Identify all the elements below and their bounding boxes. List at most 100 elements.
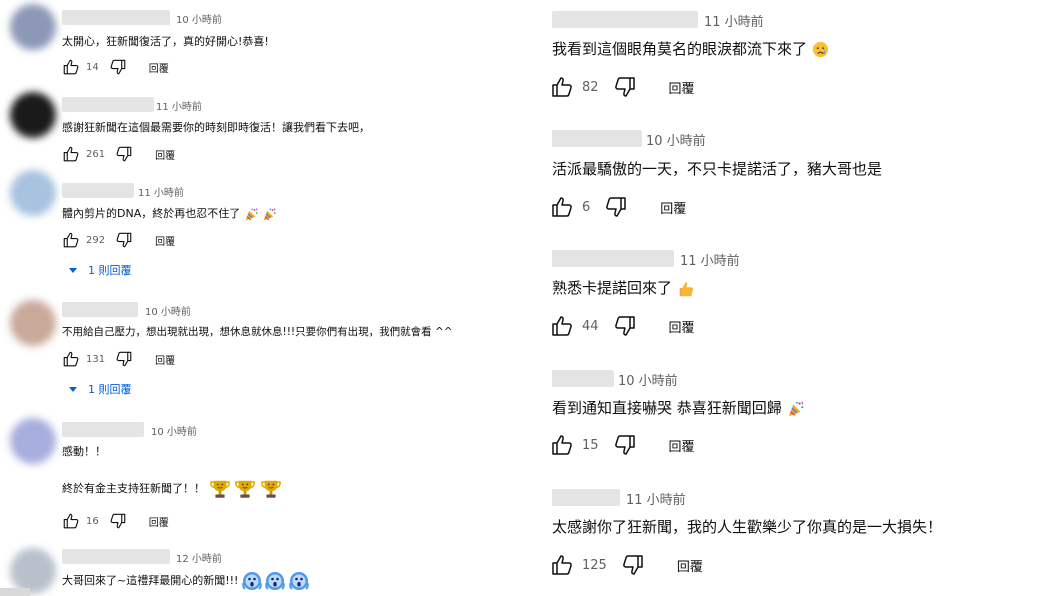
like-count: 292 [86, 234, 106, 246]
thumb-down-icon[interactable] [604, 195, 628, 219]
crying-face-emoji [812, 41, 829, 58]
comment-text: 我看到這個眼角莫名的眼淚都流下來了 [552, 38, 829, 59]
author-name-blurred[interactable] [552, 250, 674, 267]
thumb-down-icon[interactable] [109, 58, 127, 76]
reply-button[interactable]: 回覆 [149, 60, 169, 75]
comment-timestamp[interactable]: 11 小時前 [680, 250, 740, 269]
comment-actions: 292 回覆 [62, 227, 175, 253]
comment-timestamp[interactable]: 10 小時前 [176, 11, 222, 26]
like-count: 261 [86, 148, 106, 160]
thumb-down-icon[interactable] [621, 553, 645, 577]
comment-timestamp[interactable]: 11 小時前 [156, 98, 202, 113]
thumb-up-icon[interactable] [550, 314, 574, 338]
scroll-edge [0, 588, 30, 596]
like-count: 125 [582, 557, 607, 573]
comment-timestamp[interactable]: 11 小時前 [626, 489, 686, 508]
thumb-up-icon[interactable] [62, 350, 80, 368]
comment-timestamp[interactable]: 10 小時前 [145, 303, 191, 318]
comment-text-content: 終於有金主支持狂新聞了！！ [62, 482, 205, 495]
thumb-down-icon[interactable] [115, 350, 133, 368]
screaming-face-emoji [265, 571, 285, 591]
author-name-blurred[interactable] [62, 10, 170, 25]
comment-text-content: 熟悉卡提諾回來了 [552, 279, 673, 297]
avatar[interactable] [10, 300, 56, 346]
reply-button[interactable]: 回覆 [660, 198, 686, 217]
comment-text: 熟悉卡提諾回來了 [552, 277, 695, 298]
avatar[interactable] [10, 170, 56, 216]
avatar[interactable] [10, 4, 56, 50]
reply-button[interactable]: 回覆 [155, 352, 175, 367]
party-popper-emoji [787, 400, 805, 418]
avatar[interactable] [10, 418, 56, 464]
author-name-blurred[interactable] [552, 130, 642, 147]
avatar[interactable] [10, 92, 56, 138]
comment-text-content: 看到通知直接嚇哭 恭喜狂新聞回歸 [552, 399, 782, 417]
comment-text: 感動！！ [62, 445, 106, 458]
replies-count-label: 1 則回覆 [88, 264, 132, 277]
comment-timestamp[interactable]: 11 小時前 [704, 11, 764, 30]
view-replies-button[interactable]: 1 則回覆 [68, 262, 132, 278]
author-name-blurred[interactable] [62, 549, 170, 564]
comment-text: 太感謝你了狂新聞，我的人生歡樂少了你真的是一大損失！ [552, 518, 943, 536]
author-name-blurred[interactable] [62, 302, 138, 317]
like-count: 15 [582, 437, 599, 453]
thumb-up-icon[interactable] [550, 75, 574, 99]
like-count: 6 [582, 199, 591, 215]
reply-button[interactable]: 回覆 [669, 436, 695, 455]
author-name-blurred[interactable] [62, 97, 154, 112]
thumb-down-icon[interactable] [115, 145, 133, 163]
comment-actions: 6 回覆 [550, 194, 686, 220]
thumb-down-icon[interactable] [613, 75, 637, 99]
reply-button[interactable]: 回覆 [669, 78, 695, 97]
thumb-up-icon[interactable] [550, 195, 574, 219]
comment-timestamp[interactable]: 11 小時前 [138, 184, 184, 199]
party-popper-emoji [244, 207, 259, 222]
comment-actions: 15 回覆 [550, 432, 695, 458]
thumb-up-icon[interactable] [62, 512, 80, 530]
comment-actions: 44 回覆 [550, 313, 695, 339]
author-name-blurred[interactable] [552, 489, 620, 506]
view-replies-button[interactable]: 1 則回覆 [68, 381, 132, 397]
thumb-up-icon[interactable] [550, 553, 574, 577]
comment-text: 大哥回來了~這禮拜最開心的新聞!!! [62, 571, 309, 591]
comment-text-content: 大哥回來了~這禮拜最開心的新聞!!! [62, 574, 239, 587]
reply-button[interactable]: 回覆 [149, 514, 169, 529]
author-name-blurred[interactable] [552, 370, 614, 387]
thumb-down-icon[interactable] [109, 512, 127, 530]
comment-text-content: 我看到這個眼角莫名的眼淚都流下來了 [552, 40, 808, 58]
screaming-face-emoji [289, 571, 309, 591]
trophy-emoji [209, 478, 231, 500]
reply-button[interactable]: 回覆 [155, 233, 175, 248]
thumb-down-icon[interactable] [613, 433, 637, 457]
comment-actions: 14 回覆 [62, 54, 169, 80]
comment-timestamp[interactable]: 10 小時前 [151, 423, 197, 438]
thumb-up-icon[interactable] [62, 58, 80, 76]
author-name-blurred[interactable] [62, 183, 134, 198]
comment-text: 看到通知直接嚇哭 恭喜狂新聞回歸 [552, 397, 805, 418]
like-count: 16 [86, 515, 99, 527]
reply-button[interactable]: 回覆 [155, 147, 175, 162]
comment-text: 活派最驕傲的一天，不只卡提諾活了，豬大哥也是 [552, 160, 883, 178]
author-name-blurred[interactable] [552, 11, 698, 28]
author-name-blurred[interactable] [62, 422, 144, 437]
thumb-up-icon[interactable] [62, 145, 80, 163]
left-comment-column: 10 小時前 太開心，狂新聞復活了，真的好開心!恭喜! 14 回覆 11 小時前… [0, 0, 530, 596]
comment-timestamp[interactable]: 10 小時前 [618, 370, 678, 389]
thumb-down-icon[interactable] [115, 231, 133, 249]
comment-actions: 125 回覆 [550, 552, 703, 578]
reply-button[interactable]: 回覆 [669, 317, 695, 336]
like-count: 82 [582, 79, 599, 95]
replies-count-label: 1 則回覆 [88, 383, 132, 396]
like-count: 131 [86, 353, 106, 365]
thumb-up-icon[interactable] [550, 433, 574, 457]
comment-timestamp[interactable]: 12 小時前 [176, 550, 222, 565]
thumb-down-icon[interactable] [613, 314, 637, 338]
comment-actions: 131 回覆 [62, 346, 175, 372]
comment-text: 感謝狂新聞在這個最需要你的時刻即時復活！讓我們看下去吧， [62, 121, 370, 134]
thumbs-up-emoji [677, 280, 695, 298]
reply-button[interactable]: 回覆 [677, 556, 703, 575]
right-comment-column: 11 小時前 我看到這個眼角莫名的眼淚都流下來了 82 回覆 10 小時前 活派… [540, 0, 1060, 596]
thumb-up-icon[interactable] [62, 231, 80, 249]
comment-timestamp[interactable]: 10 小時前 [646, 130, 706, 149]
caret-down-icon [68, 384, 78, 394]
